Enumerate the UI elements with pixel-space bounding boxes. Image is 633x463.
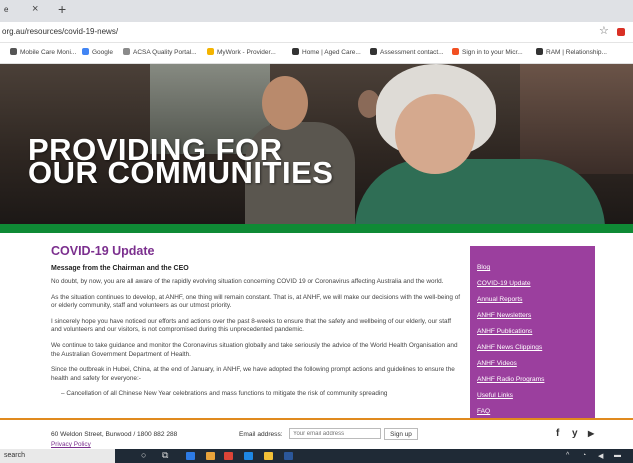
taskbar-search-text: search: [4, 452, 26, 459]
chrome-icon[interactable]: [224, 452, 233, 460]
folder-icon[interactable]: [264, 452, 273, 460]
new-tab-icon[interactable]: +: [58, 1, 66, 17]
app-icon[interactable]: [186, 452, 195, 460]
hero-title-line: OUR COMMUNITIES: [28, 155, 334, 190]
tray-network-icon[interactable]: ◔: [582, 452, 586, 459]
sidebar-item-videos[interactable]: ANHF Videos: [477, 360, 517, 367]
bookmark-label: RAM | Relationship...: [546, 49, 607, 56]
footer-address: 60 Weldon Street, Burwood / 1800 882 288: [51, 431, 178, 438]
bookmark-label: ACSA Quality Portal...: [133, 49, 197, 56]
tray-volume-icon[interactable]: ◀: [598, 452, 603, 460]
youtube-icon[interactable]: ▶: [588, 429, 594, 438]
extension-icon[interactable]: [617, 28, 625, 36]
task-view-icon[interactable]: ⧉: [162, 450, 168, 461]
sign-up-button[interactable]: Sign up: [384, 428, 418, 440]
bookmark-item[interactable]: Sign in to your Micr...: [452, 48, 523, 56]
app-icon[interactable]: [206, 452, 215, 460]
green-divider-band: [0, 224, 633, 233]
sidebar-item-blog[interactable]: Blog: [477, 264, 490, 271]
email-input[interactable]: [289, 428, 381, 439]
bookmark-label: Sign in to your Micr...: [462, 49, 523, 56]
sidebar-item-news-clippings[interactable]: ANHF News Clippings: [477, 344, 542, 351]
sidebar-nav: Blog COVID-19 Update Annual Reports ANHF…: [470, 246, 595, 422]
browser-tab-bar: e × +: [0, 0, 633, 22]
bookmark-favicon-icon: [10, 48, 17, 55]
bookmark-star-icon[interactable]: ☆: [599, 24, 609, 37]
hero-photo-woman: [355, 159, 605, 224]
bookmark-item[interactable]: RAM | Relationship...: [536, 48, 607, 56]
address-bar[interactable]: org.au/resources/covid-19-news/ ☆: [0, 22, 633, 43]
sidebar-item-annual-reports[interactable]: Annual Reports: [477, 296, 522, 303]
sidebar-item-covid-update[interactable]: COVID-19 Update: [477, 280, 531, 287]
bookmark-favicon-icon: [536, 48, 543, 55]
bookmarks-bar: Mobile Care Moni... Google ACSA Quality …: [0, 43, 633, 64]
hero-title: PROVIDING FOR OUR COMMUNITIES: [28, 134, 334, 190]
bookmark-favicon-icon: [370, 48, 377, 55]
bookmark-item[interactable]: Mobile Care Moni...: [10, 48, 76, 56]
bookmark-item[interactable]: Assessment contact...: [370, 48, 444, 56]
bookmark-item[interactable]: MyWork - Provider...: [207, 48, 276, 56]
app-icon[interactable]: [244, 452, 253, 460]
hero-photo-interior: [520, 64, 633, 174]
taskbar-search-box[interactable]: search: [0, 449, 115, 463]
email-label: Email address:: [239, 431, 283, 438]
bookmark-item[interactable]: ACSA Quality Portal...: [123, 48, 197, 56]
content-paragraph: We continue to take guidance and monitor…: [51, 341, 458, 358]
main-content: COVID-19 Update Message from the Chairma…: [51, 244, 461, 406]
bookmark-label: MyWork - Provider...: [217, 49, 276, 56]
youtube-y-icon[interactable]: y: [572, 428, 578, 439]
bookmark-label: Google: [92, 49, 113, 56]
bookmark-item[interactable]: Home | Aged Care...: [292, 48, 361, 56]
folder-icon: [207, 48, 214, 55]
content-paragraph: I sincerely hope you have noticed our ef…: [51, 317, 452, 334]
bookmark-label: Home | Aged Care...: [302, 49, 361, 56]
privacy-policy-link[interactable]: Privacy Policy: [51, 441, 91, 448]
tray-chevron-icon[interactable]: ^: [566, 452, 569, 459]
microsoft-icon: [452, 48, 459, 55]
content-paragraph: Since the outbreak in Hubei, China, at t…: [51, 366, 455, 382]
site-footer: 60 Weldon Street, Burwood / 1800 882 288…: [0, 418, 633, 450]
hero-photo-woman-face: [395, 94, 475, 174]
bookmark-item[interactable]: Google: [82, 48, 113, 56]
page-title: COVID-19 Update: [51, 244, 155, 258]
bookmark-label: Assessment contact...: [380, 49, 444, 56]
content-paragraph: No doubt, by now, you are all aware of t…: [51, 278, 444, 285]
hero-photo-man-head: [262, 76, 308, 130]
search-icon[interactable]: ○: [141, 450, 146, 460]
tab-title[interactable]: e: [4, 5, 8, 14]
bookmark-favicon-icon: [123, 48, 130, 55]
sidebar-item-faq[interactable]: FAQ: [477, 408, 490, 415]
word-icon[interactable]: [284, 452, 293, 460]
content-paragraph: As the situation continues to develop, a…: [51, 293, 461, 310]
sidebar-item-publications[interactable]: ANHF Publications: [477, 328, 532, 335]
google-icon: [82, 48, 89, 55]
sidebar-item-radio-programs[interactable]: ANHF Radio Programs: [477, 376, 544, 383]
tab-close-icon[interactable]: ×: [32, 3, 38, 15]
sidebar-item-newsletters[interactable]: ANHF Newsletters: [477, 312, 531, 319]
bookmark-favicon-icon: [292, 48, 299, 55]
message-subheading: Message from the Chairman and the CEO: [51, 265, 189, 272]
content-list-item: – Cancellation of all Chinese New Year c…: [61, 390, 388, 398]
bookmark-label: Mobile Care Moni...: [20, 49, 77, 56]
url-text[interactable]: org.au/resources/covid-19-news/: [2, 27, 118, 36]
facebook-icon[interactable]: f: [556, 428, 559, 439]
sidebar-item-useful-links[interactable]: Useful Links: [477, 392, 513, 399]
os-taskbar: search ○ ⧉ ^ ◔ ◀ ▬: [0, 449, 633, 463]
tray-notification-icon[interactable]: ▬: [614, 452, 621, 459]
